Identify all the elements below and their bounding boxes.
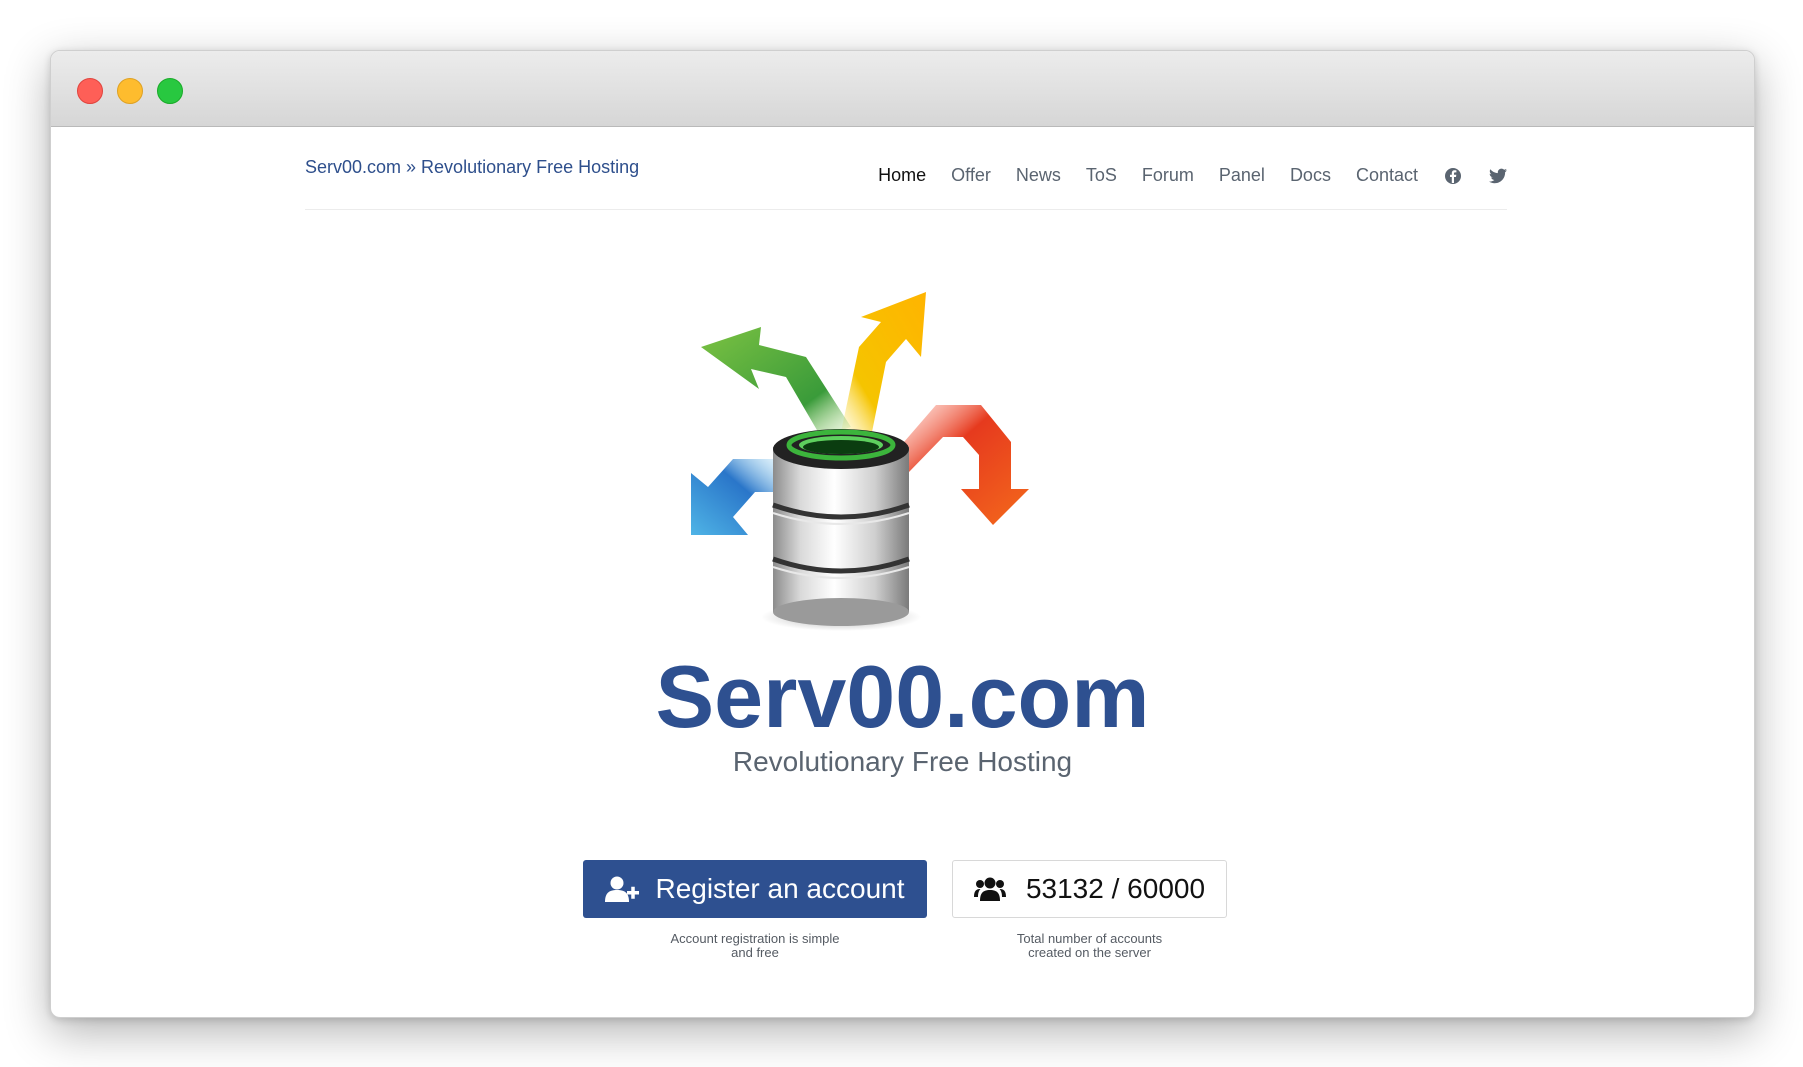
nav-item-contact[interactable]: Contact	[1356, 165, 1418, 186]
nav-item-offer[interactable]: Offer	[951, 165, 991, 186]
register-caption: Account registration is simple and free	[613, 932, 897, 960]
nav-item-tos[interactable]: ToS	[1086, 165, 1117, 186]
counter-caption-line1: Total number of accounts	[1016, 931, 1163, 946]
nav-item-home[interactable]: Home	[878, 165, 926, 186]
nav-item-forum[interactable]: Forum	[1142, 165, 1194, 186]
user-plus-icon	[605, 875, 640, 903]
nav-item-panel[interactable]: Panel	[1219, 165, 1265, 186]
minimize-window-button[interactable]	[117, 78, 143, 104]
page-content: Serv00.com » Revolutionary Free Hosting …	[51, 127, 1754, 1017]
twitter-icon[interactable]	[1488, 166, 1508, 186]
facebook-icon[interactable]	[1443, 166, 1463, 186]
counter-caption: Total number of accounts created on the …	[952, 932, 1227, 960]
register-caption-line2: and free	[731, 945, 779, 960]
hero-title: Serv00.com	[655, 647, 1150, 746]
register-caption-line1: Account registration is simple	[670, 931, 840, 946]
browser-window: Serv00.com » Revolutionary Free Hosting …	[50, 50, 1755, 1018]
nav-item-docs[interactable]: Docs	[1290, 165, 1331, 186]
register-account-button[interactable]: Register an account	[583, 860, 927, 918]
brand-link[interactable]: Serv00.com » Revolutionary Free Hosting	[305, 157, 639, 178]
window-titlebar	[51, 51, 1754, 127]
maximize-window-button[interactable]	[157, 78, 183, 104]
users-icon	[973, 876, 1006, 902]
accounts-counter-value: 53132 / 60000	[1025, 873, 1206, 904]
counter-caption-line2: created on the server	[1028, 945, 1151, 960]
close-window-button[interactable]	[77, 78, 103, 104]
hero-subtitle: Revolutionary Free Hosting	[732, 746, 1073, 777]
header-divider	[305, 209, 1507, 210]
main-nav: Home Offer News ToS Forum Panel Docs Con…	[853, 165, 1508, 186]
accounts-counter: 53132 / 60000	[952, 860, 1227, 918]
database-logo-icon	[691, 292, 1029, 631]
nav-item-news[interactable]: News	[1016, 165, 1061, 186]
register-account-label: Register an account	[655, 873, 905, 904]
